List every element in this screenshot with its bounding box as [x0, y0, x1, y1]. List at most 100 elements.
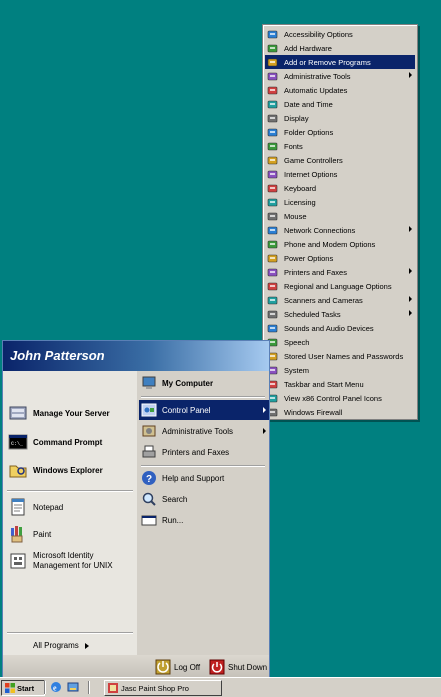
cp-item-system[interactable]: System: [265, 363, 415, 377]
run-item[interactable]: Run...: [141, 511, 183, 529]
svg-text:C:\_: C:\_: [11, 441, 24, 447]
quick-launch-separator: [88, 681, 90, 694]
folder-options-icon: [267, 127, 278, 138]
label: Log Off: [174, 662, 201, 672]
cp-item-label: Speech: [284, 337, 310, 347]
cp-item-view-x86-control-panel-icons[interactable]: View x86 Control Panel Icons: [265, 391, 415, 405]
cp-item-label: Game Controllers: [284, 155, 343, 165]
cp-item-label: Display: [284, 113, 309, 123]
identity-management-label: Microsoft Identity Management for UNIX: [33, 551, 113, 571]
shut-down-button[interactable]: Shut Down: [209, 658, 267, 676]
cp-item-windows-firewall[interactable]: Windows Firewall: [265, 405, 415, 419]
cp-item-accessibility-options[interactable]: Accessibility Options: [265, 27, 415, 41]
cp-item-display[interactable]: Display: [265, 111, 415, 125]
cp-item-mouse[interactable]: Mouse: [265, 209, 415, 223]
internet-explorer-quicklaunch[interactable]: e: [50, 681, 67, 693]
command-prompt-item[interactable]: C:\_ Command Prompt: [8, 432, 102, 452]
help-support-item[interactable]: ? Help and Support: [141, 469, 224, 487]
submenu-arrow-icon: [409, 296, 412, 302]
cp-item-printers-and-faxes[interactable]: Printers and Faxes: [265, 265, 415, 279]
log-off-button[interactable]: Log Off: [155, 658, 200, 676]
printers-faxes-icon: [267, 267, 278, 278]
windows-explorer-item[interactable]: Windows Explorer: [8, 460, 103, 480]
taskbar: Start e Jasc Paint Shop Pro: [0, 677, 441, 697]
paint-item[interactable]: Paint: [8, 524, 51, 544]
internet-options-icon: [267, 169, 278, 180]
paint-shop-pro-icon: [108, 683, 118, 693]
cp-item-folder-options[interactable]: Folder Options: [265, 125, 415, 139]
my-computer-icon: [141, 375, 157, 391]
cp-item-scheduled-tasks[interactable]: Scheduled Tasks: [265, 307, 415, 321]
cp-item-keyboard[interactable]: Keyboard: [265, 181, 415, 195]
cp-item-power-options[interactable]: Power Options: [265, 251, 415, 265]
network-connections-icon: [267, 225, 278, 236]
cp-item-stored-user-names-and-passwords[interactable]: Stored User Names and Passwords: [265, 349, 415, 363]
show-desktop-quicklaunch[interactable]: [67, 681, 84, 693]
cp-item-label: Power Options: [284, 253, 334, 263]
cp-item-label: Scanners and Cameras: [284, 295, 363, 305]
cp-item-add-or-remove-programs[interactable]: Add or Remove Programs: [265, 55, 415, 69]
submenu-arrow-icon: [409, 226, 412, 232]
paint-icon: [8, 524, 28, 544]
cp-item-label: Printers and Faxes: [284, 267, 347, 277]
add-remove-programs-icon: [267, 57, 278, 68]
arrow-right-icon: [84, 642, 89, 649]
label: Windows Explorer: [33, 465, 103, 475]
label: Help and Support: [162, 473, 225, 483]
licensing-icon: [267, 197, 278, 208]
printers-faxes-item[interactable]: Printers and Faxes: [141, 443, 229, 461]
game-controllers-icon: [267, 155, 278, 166]
separator: [7, 632, 133, 634]
cp-item-label: Automatic Updates: [284, 85, 348, 95]
cp-item-internet-options[interactable]: Internet Options: [265, 167, 415, 181]
cp-item-label: Windows Firewall: [284, 407, 343, 417]
cp-item-fonts[interactable]: Fonts: [265, 139, 415, 153]
cp-item-label: Stored User Names and Passwords: [284, 351, 404, 361]
identity-management-item[interactable]: Microsoft Identity Management for UNIX: [8, 551, 113, 571]
cp-item-licensing[interactable]: Licensing: [265, 195, 415, 209]
cp-item-date-and-time[interactable]: Date and Time: [265, 97, 415, 111]
control-panel-item[interactable]: Control Panel: [139, 400, 269, 420]
search-item[interactable]: Search: [141, 490, 187, 508]
label: My Computer: [162, 378, 214, 388]
cp-item-automatic-updates[interactable]: Automatic Updates: [265, 83, 415, 97]
help-icon: ?: [141, 470, 157, 486]
my-computer-item[interactable]: My Computer: [141, 374, 213, 392]
command-prompt-icon: C:\_: [8, 432, 28, 452]
cp-item-network-connections[interactable]: Network Connections: [265, 223, 415, 237]
arrow-right-icon: [263, 407, 266, 413]
manage-your-server-item[interactable]: Manage Your Server: [8, 403, 110, 423]
administrative-tools-item[interactable]: Administrative Tools: [141, 422, 267, 440]
cp-item-speech[interactable]: Speech: [265, 335, 415, 349]
cp-item-game-controllers[interactable]: Game Controllers: [265, 153, 415, 167]
display-icon: [267, 113, 278, 124]
printers-faxes-icon: [141, 444, 157, 460]
administrative-tools-icon: [141, 423, 157, 439]
label: Command Prompt: [33, 437, 103, 447]
cp-item-label: Date and Time: [284, 99, 333, 109]
show-desktop-icon: [67, 681, 79, 693]
cp-item-add-hardware[interactable]: Add Hardware: [265, 41, 415, 55]
cp-item-phone-and-modem-options[interactable]: Phone and Modem Options: [265, 237, 415, 251]
all-programs-button[interactable]: All Programs: [33, 641, 89, 650]
label: Shut Down: [228, 662, 268, 672]
label: Notepad: [33, 502, 64, 512]
start-button[interactable]: Start: [1, 680, 45, 696]
label: Run...: [162, 515, 184, 525]
submenu-arrow-icon: [409, 310, 412, 316]
cp-item-label: Licensing: [284, 197, 316, 207]
taskbar-button-paint-shop-pro[interactable]: Jasc Paint Shop Pro: [104, 680, 222, 696]
label: Control Panel: [162, 405, 211, 415]
cp-item-regional-and-language-options[interactable]: Regional and Language Options: [265, 279, 415, 293]
svg-text:?: ?: [146, 474, 152, 485]
windows-explorer-icon: [8, 460, 28, 480]
cp-item-scanners-and-cameras[interactable]: Scanners and Cameras: [265, 293, 415, 307]
notepad-icon: [8, 497, 28, 517]
fonts-icon: [267, 141, 278, 152]
cp-item-sounds-and-audio-devices[interactable]: Sounds and Audio Devices: [265, 321, 415, 335]
cp-item-administrative-tools[interactable]: Administrative Tools: [265, 69, 415, 83]
cp-item-taskbar-and-start-menu[interactable]: Taskbar and Start Menu: [265, 377, 415, 391]
label: Printers and Faxes: [162, 447, 230, 457]
notepad-item[interactable]: Notepad: [8, 497, 63, 517]
cp-item-label: Accessibility Options: [284, 29, 353, 39]
